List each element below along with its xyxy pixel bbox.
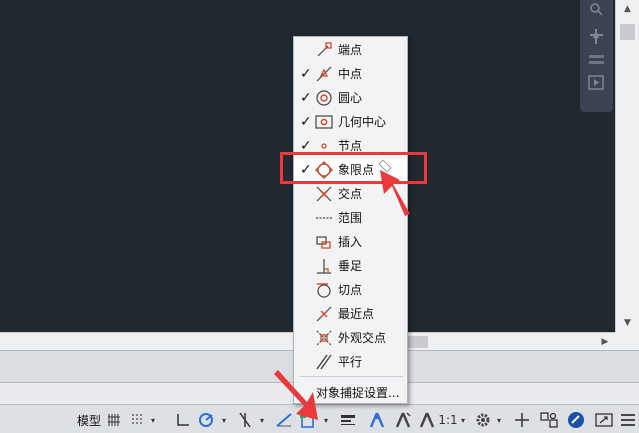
chevron-down-icon: ▾ [323, 415, 328, 425]
chevron-down-icon: ▾ [221, 415, 226, 425]
chevron-down-icon: ▾ [496, 415, 501, 425]
menu-item-label: 最近点 [338, 307, 375, 321]
model-space-button[interactable]: 模型 [74, 410, 104, 430]
annotation-scale-value[interactable]: 1:1 [438, 410, 457, 430]
check-mark-icon: ✓ [300, 66, 312, 82]
lineweight-icon[interactable] [338, 410, 358, 430]
menu-item-label: 中点 [338, 67, 363, 81]
geometric-center-snap-icon [315, 115, 333, 129]
tangent-snap-icon [317, 283, 331, 298]
menu-item-label: 端点 [338, 43, 363, 57]
showmotion-icon[interactable] [584, 74, 609, 92]
endpoint-snap-icon [317, 42, 332, 57]
object-snap-settings-item[interactable]: 对象捕捉设置... [316, 384, 399, 401]
ortho-mode-icon[interactable] [174, 410, 192, 430]
highlight-box [280, 152, 427, 184]
menu-item-nearest[interactable]: 最近点 [294, 302, 407, 326]
menu-item-intersection[interactable]: 交点 [294, 182, 407, 206]
vertical-scrollbar[interactable]: ▲ ▼ [615, 0, 639, 332]
menu-item-label: 平行 [338, 355, 363, 369]
midpoint-snap-icon [316, 66, 332, 82]
extension-snap-icon [316, 217, 332, 219]
perpendicular-snap-icon [317, 259, 331, 274]
menu-item-perpendicular[interactable]: 垂足 [294, 254, 407, 278]
menu-item-midpoint[interactable]: ✓ 中点 [294, 62, 407, 86]
clean-screen-icon[interactable] [594, 410, 614, 430]
menu-item-label: 交点 [338, 187, 363, 201]
parallel-snap-icon [316, 354, 332, 370]
grid-display-icon[interactable] [106, 410, 122, 430]
apparent-intersection-snap-icon [316, 330, 332, 346]
chevron-down-icon: ▾ [150, 415, 155, 425]
navigation-bar [580, 0, 613, 112]
menu-item-center[interactable]: ✓ 圆心 [294, 86, 407, 110]
isodraft-icon[interactable] [236, 410, 254, 430]
menu-item-label: 圆心 [338, 91, 363, 105]
menu-separator [300, 376, 403, 377]
plus-icon[interactable] [512, 410, 532, 430]
snap-mode-dropdown[interactable]: ▾ [148, 410, 158, 430]
status-bar: 模型 ▾ ▾ ▾ ▾ 1:1 ▾ ▾ [0, 404, 639, 433]
snap-mode-icon[interactable] [130, 410, 146, 430]
isodraft-dropdown[interactable]: ▾ [257, 410, 267, 430]
menu-item-label: 插入 [338, 235, 363, 249]
scroll-up-arrow[interactable]: ▲ [620, 2, 635, 16]
menu-item-label: 几何中心 [338, 115, 387, 129]
menu-item-endpoint[interactable]: 端点 [294, 38, 407, 62]
intersection-snap-icon [316, 186, 332, 202]
check-mark-icon: ✓ [300, 90, 312, 106]
vertical-scroll-thumb[interactable] [620, 24, 635, 40]
nearest-snap-icon [316, 306, 332, 322]
pan-icon[interactable] [584, 26, 609, 44]
scrollbar-corner [615, 332, 639, 350]
menu-icon[interactable] [618, 410, 638, 430]
zoom-icon[interactable] [584, 2, 609, 20]
scroll-down-arrow[interactable]: ▼ [620, 316, 635, 330]
annotation-visibility-icon[interactable] [366, 410, 388, 430]
menu-item-parallel[interactable]: 平行 [294, 350, 407, 374]
menu-item-label: 垂足 [338, 259, 363, 273]
object-snap-icon[interactable] [298, 410, 318, 430]
orbit-icon[interactable] [584, 52, 609, 70]
menu-item-apparent-intersection[interactable]: 外观交点 [294, 326, 407, 350]
menu-item-extension[interactable]: 范围 [294, 206, 407, 230]
menu-item-label: 外观交点 [338, 331, 387, 345]
scroll-right-arrow[interactable]: ▶ [598, 335, 612, 349]
object-snap-menu: 端点 ✓ 中点 ✓ 圆心 ✓ 几何中心 ✓ 节点 ✓ 象限点 交点 范围 插入 [293, 36, 408, 404]
annotation-scale-icon[interactable] [416, 410, 438, 430]
workspace-dropdown[interactable]: ▾ [494, 410, 504, 430]
menu-item-geometric-center[interactable]: ✓ 几何中心 [294, 110, 407, 134]
annotation-scale-dropdown[interactable]: ▾ [458, 410, 468, 430]
center-snap-icon [316, 90, 332, 106]
menu-item-label: 切点 [338, 283, 363, 297]
hardware-acceleration-icon[interactable] [566, 410, 586, 430]
gear-icon[interactable] [474, 410, 492, 430]
object-snap-tracking-icon[interactable] [274, 410, 294, 430]
menu-item-tangent[interactable]: 切点 [294, 278, 407, 302]
menu-item-insertion[interactable]: 插入 [294, 230, 407, 254]
object-snap-dropdown[interactable]: ▾ [321, 410, 331, 430]
polar-tracking-icon[interactable] [196, 410, 216, 430]
polar-tracking-dropdown[interactable]: ▾ [219, 410, 229, 430]
chevron-down-icon: ▾ [460, 415, 465, 425]
isolate-objects-icon[interactable] [538, 410, 560, 430]
chevron-down-icon: ▾ [259, 415, 264, 425]
menu-item-label: 范围 [338, 211, 363, 225]
check-mark-icon: ✓ [300, 114, 312, 130]
auto-scale-icon[interactable] [392, 410, 414, 430]
insertion-snap-icon [316, 236, 331, 249]
